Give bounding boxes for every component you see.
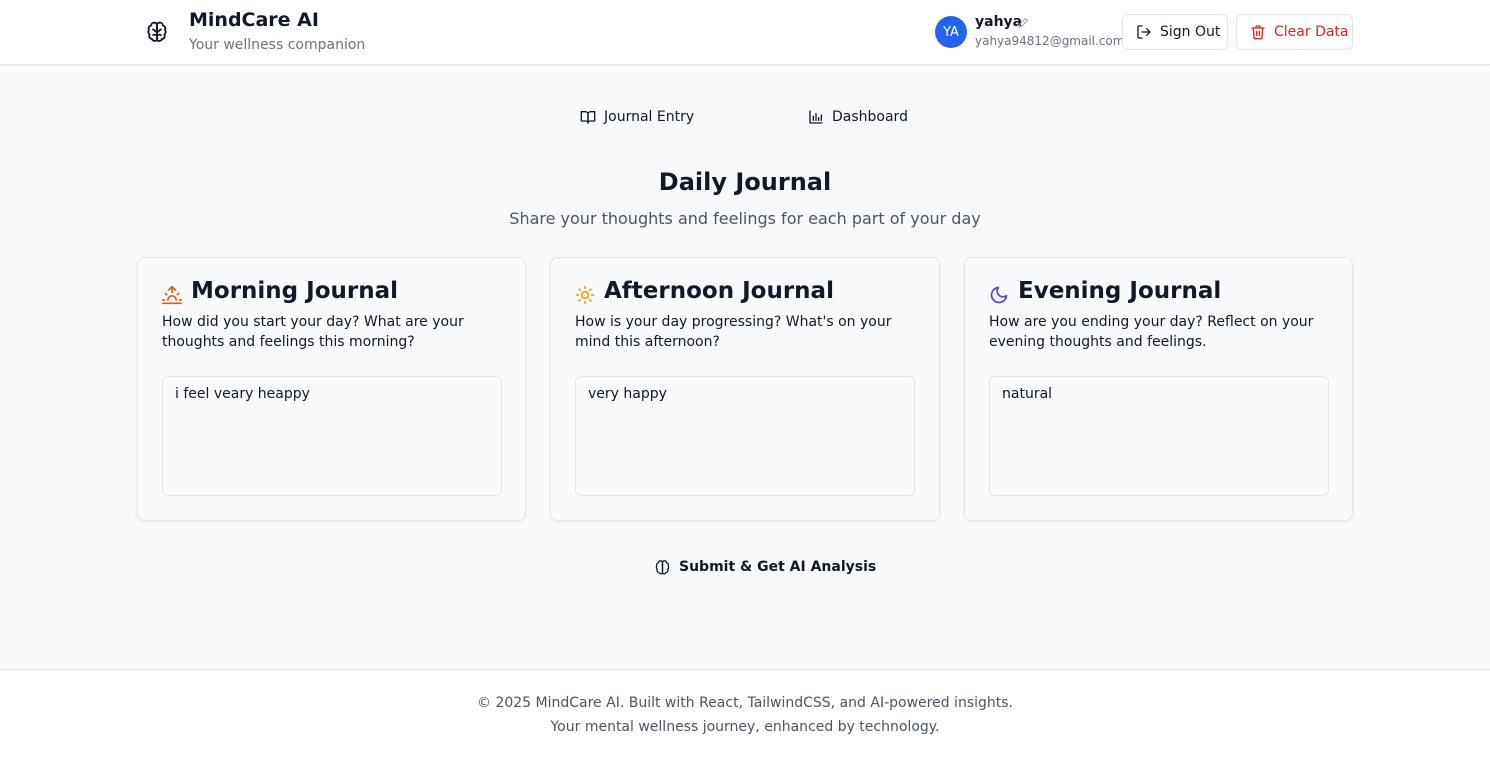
brand-subtitle: Your wellness companion [189, 37, 366, 53]
evening-journal-prompt: How are you ending your day? Reflect on … [989, 314, 1314, 350]
trash-icon [1251, 25, 1265, 40]
sign-out-button[interactable]: Sign Out [1122, 14, 1228, 50]
bar-chart-icon [809, 110, 823, 124]
user-email: yahya94812@gmail.com [975, 34, 1125, 48]
evening-journal-input[interactable]: natural [989, 376, 1329, 496]
clear-data-label: Clear Data [1274, 24, 1349, 40]
tab-journal-entry-label: Journal Entry [604, 109, 695, 125]
footer-copyright: © 2025 MindCare AI. Built with React, Ta… [477, 695, 1013, 711]
morning-journal-card: Morning Journal How did you start your d… [137, 257, 526, 521]
sun-icon [575, 285, 595, 305]
log-out-icon [1137, 25, 1151, 39]
app-header: MindCare AI Your wellness companion YA y… [0, 0, 1490, 65]
book-icon [580, 111, 596, 124]
submit-analysis-button[interactable]: Submit & Get AI Analysis [654, 556, 876, 578]
tab-dashboard-label: Dashboard [832, 109, 908, 125]
sign-out-label: Sign Out [1160, 24, 1221, 40]
page-title: Daily Journal [658, 168, 832, 196]
afternoon-journal-card: Afternoon Journal How is your day progre… [550, 257, 940, 521]
tab-dashboard[interactable]: Dashboard [808, 106, 908, 128]
avatar[interactable]: YA [935, 16, 967, 48]
sunrise-icon [162, 285, 182, 305]
morning-journal-title: Morning Journal [191, 278, 398, 304]
afternoon-journal-input[interactable]: very happy [575, 376, 915, 496]
evening-journal-title: Evening Journal [1018, 278, 1222, 304]
morning-journal-input[interactable]: i feel veary heappy [162, 376, 502, 496]
afternoon-journal-title: Afternoon Journal [604, 278, 834, 304]
brand-title: MindCare AI [189, 9, 319, 31]
morning-journal-prompt: How did you start your day? What are you… [162, 314, 464, 350]
brain-icon [147, 21, 167, 42]
footer-tagline: Your mental wellness journey, enhanced b… [550, 719, 940, 735]
user-name: yahya [975, 14, 1023, 30]
afternoon-journal-prompt: How is your day progressing? What's on y… [575, 314, 892, 350]
edit-name-icon[interactable] [1017, 17, 1029, 29]
clear-data-button[interactable]: Clear Data [1236, 14, 1353, 50]
app-footer: © 2025 MindCare AI. Built with React, Ta… [0, 669, 1490, 762]
page-subtitle: Share your thoughts and feelings for eac… [509, 209, 981, 228]
brain-icon [655, 559, 670, 574]
evening-journal-card: Evening Journal How are you ending your … [964, 257, 1353, 521]
submit-analysis-label: Submit & Get AI Analysis [679, 559, 877, 575]
tab-journal-entry[interactable]: Journal Entry [580, 106, 694, 128]
moon-icon [990, 286, 1008, 304]
